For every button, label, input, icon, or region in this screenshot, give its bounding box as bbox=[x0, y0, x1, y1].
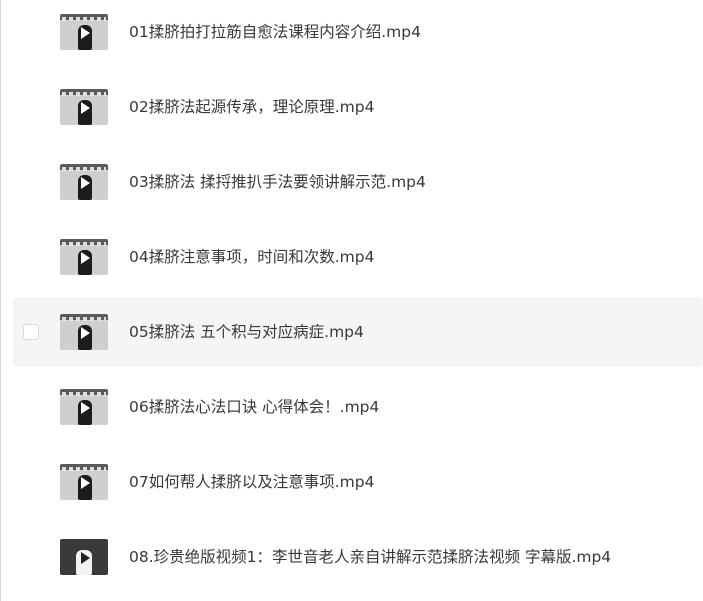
file-name[interactable]: 03揉脐法 揉捋推扒手法要领讲解示范.mp4 bbox=[129, 171, 426, 193]
play-icon bbox=[81, 552, 90, 564]
file-name[interactable]: 08.珍贵绝版视频1：李世音老人亲自讲解示范揉脐法视频 字幕版.mp4 bbox=[129, 546, 611, 568]
video-thumbnail-icon bbox=[60, 539, 108, 575]
video-thumbnail-icon bbox=[60, 89, 108, 125]
video-thumbnail-icon bbox=[60, 314, 108, 350]
file-row[interactable]: 08.珍贵绝版视频1：李世音老人亲自讲解示范揉脐法视频 字幕版.mp4 bbox=[13, 522, 703, 592]
play-icon bbox=[81, 27, 90, 39]
select-checkbox[interactable] bbox=[23, 324, 39, 340]
file-row[interactable]: 06揉脐法心法口诀 心得体会！.mp4 bbox=[13, 372, 703, 442]
play-icon bbox=[81, 252, 90, 264]
file-row[interactable]: 02揉脐法起源传承，理论原理.mp4 bbox=[13, 72, 703, 142]
file-name[interactable]: 07如何帮人揉脐以及注意事项.mp4 bbox=[129, 471, 374, 493]
play-icon bbox=[81, 402, 90, 414]
file-row[interactable]: 01揉脐拍打拉筋自愈法课程内容介绍.mp4 bbox=[13, 0, 703, 67]
play-icon bbox=[81, 177, 90, 189]
play-icon bbox=[81, 102, 90, 114]
file-name[interactable]: 01揉脐拍打拉筋自愈法课程内容介绍.mp4 bbox=[129, 21, 421, 43]
video-thumbnail-icon bbox=[60, 239, 108, 275]
file-row[interactable]: 07如何帮人揉脐以及注意事项.mp4 bbox=[13, 447, 703, 517]
file-row[interactable]: 05揉脐法 五个积与对应病症.mp4 bbox=[13, 297, 703, 367]
video-thumbnail-icon bbox=[60, 14, 108, 50]
play-icon bbox=[81, 477, 90, 489]
file-list: 01揉脐拍打拉筋自愈法课程内容介绍.mp4 02揉脐法起源传承，理论原理.mp4… bbox=[0, 0, 703, 601]
file-row[interactable]: 04揉脐注意事项，时间和次数.mp4 bbox=[13, 222, 703, 292]
play-icon bbox=[81, 327, 90, 339]
video-thumbnail-icon bbox=[60, 464, 108, 500]
file-name[interactable]: 06揉脐法心法口诀 心得体会！.mp4 bbox=[129, 396, 379, 418]
file-name[interactable]: 02揉脐法起源传承，理论原理.mp4 bbox=[129, 96, 374, 118]
video-thumbnail-icon bbox=[60, 164, 108, 200]
file-row[interactable]: 03揉脐法 揉捋推扒手法要领讲解示范.mp4 bbox=[13, 147, 703, 217]
file-name[interactable]: 05揉脐法 五个积与对应病症.mp4 bbox=[129, 321, 364, 343]
file-name[interactable]: 04揉脐注意事项，时间和次数.mp4 bbox=[129, 246, 374, 268]
video-thumbnail-icon bbox=[60, 389, 108, 425]
